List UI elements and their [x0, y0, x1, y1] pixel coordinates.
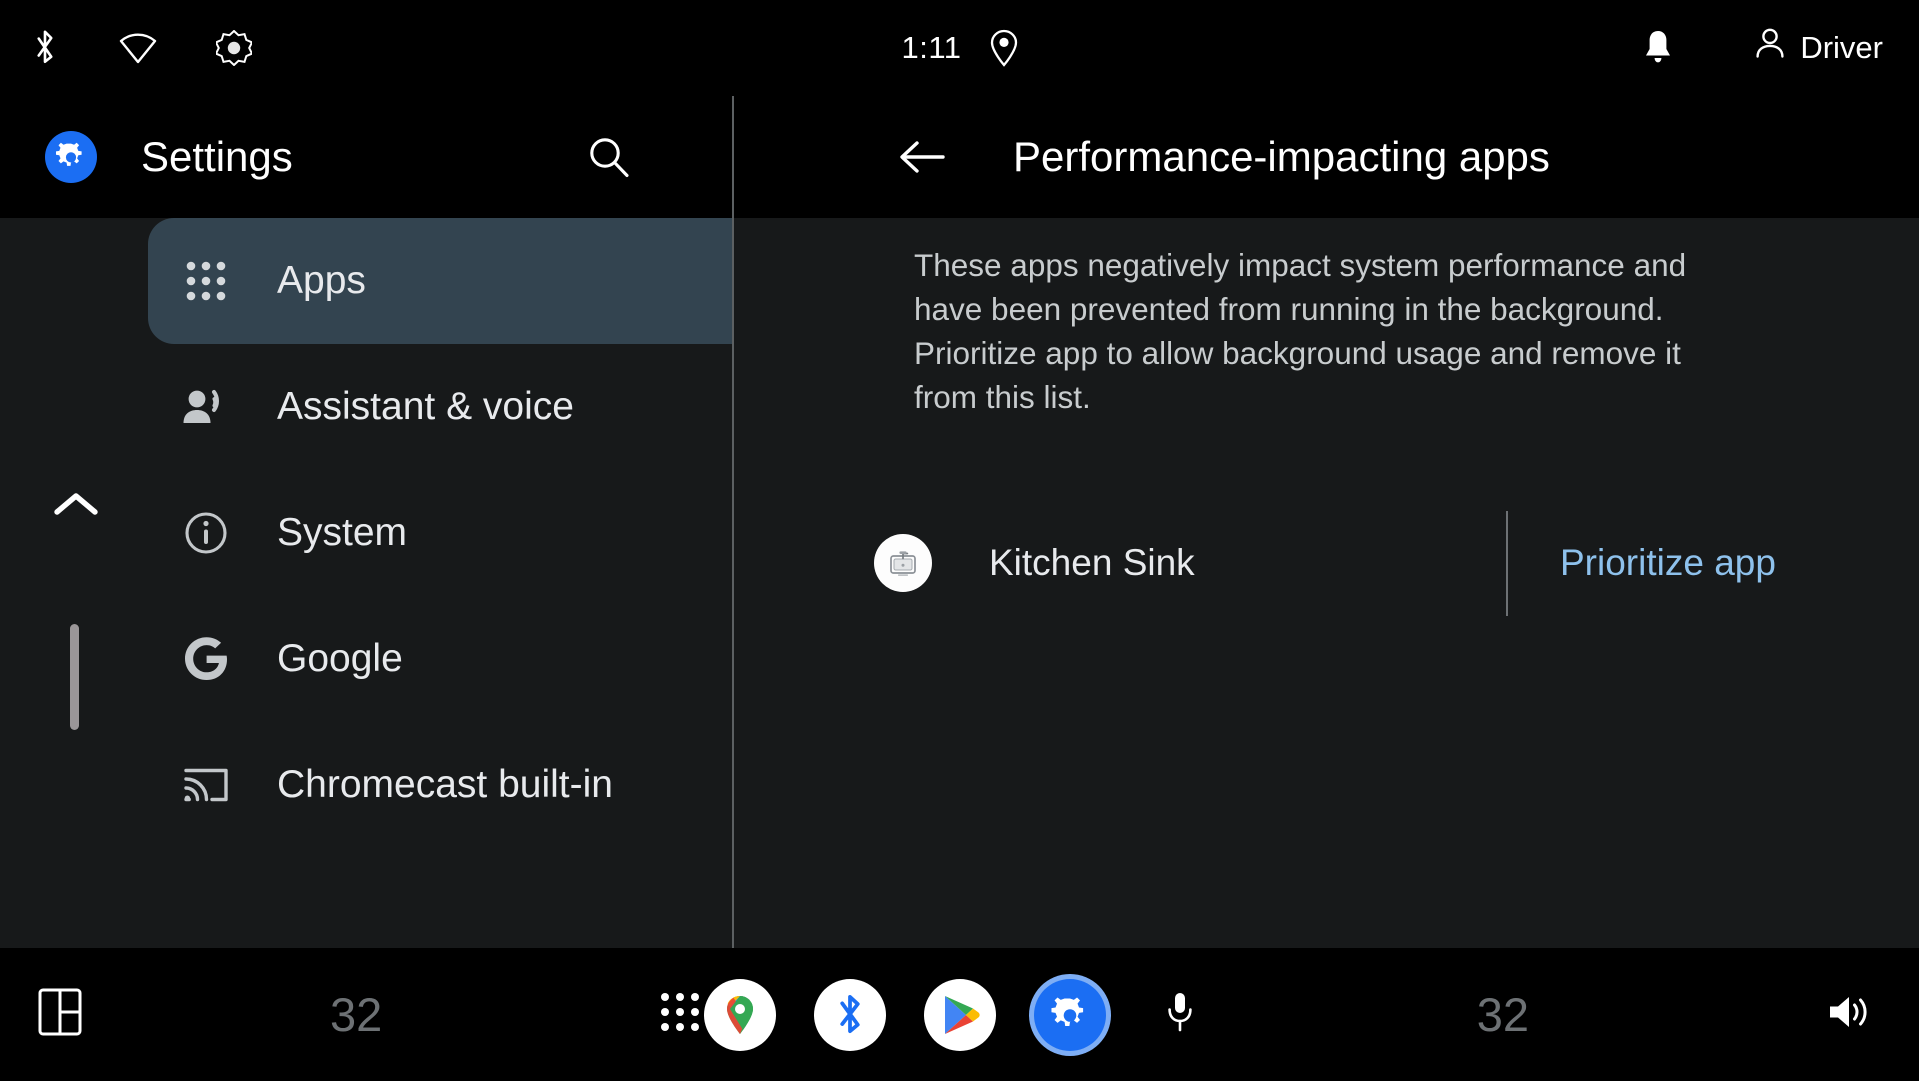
dock-app-list [0, 948, 1919, 1081]
sidebar-item-assistant-voice[interactable]: Assistant & voice [148, 344, 732, 470]
person-icon [1754, 27, 1786, 69]
location-pin-icon [990, 29, 1018, 67]
dock-app-play-store[interactable] [923, 978, 996, 1051]
volume-up-icon [1827, 992, 1871, 1037]
sidebar-nav-list: Apps Assistant & voice System Google Chr… [148, 218, 732, 848]
sidebar-header: Settings [0, 96, 732, 218]
car-settings-screen: 1:11 Driver Settings Apps Assistant & vo… [0, 0, 1919, 1081]
sidebar-item-label: Google [277, 637, 403, 680]
app-list-item: Kitchen Sink Prioritize app [874, 508, 1776, 618]
row-divider [1506, 511, 1508, 616]
temperature-right[interactable]: 32 [1477, 948, 1529, 1081]
sidebar-scroll-area: Apps Assistant & voice System Google Chr… [0, 218, 732, 948]
status-bar-left-icons [0, 0, 252, 96]
sidebar-item-label: Apps [277, 259, 366, 302]
user-label: Driver [1800, 30, 1883, 65]
bottom-nav-bar: 32 32 [0, 948, 1919, 1081]
detail-description: These apps negatively impact system perf… [914, 247, 1687, 416]
app-name-label: Kitchen Sink [989, 542, 1195, 583]
status-bar-clock: 1:11 [901, 30, 962, 65]
cast-icon [178, 765, 234, 805]
detail-header: Performance-impacting apps [734, 96, 1919, 218]
prioritize-app-button[interactable]: Prioritize app [1560, 542, 1776, 584]
dock-app-bluetooth[interactable] [813, 978, 886, 1051]
detail-body: These apps negatively impact system perf… [734, 218, 1919, 948]
status-bar: 1:11 Driver [0, 0, 1919, 96]
app-icon-wrapper [874, 534, 932, 592]
microphone-button[interactable] [1144, 979, 1216, 1051]
apps-grid-icon [178, 260, 234, 302]
bell-icon[interactable] [1642, 29, 1674, 67]
microphone-icon [1164, 990, 1196, 1039]
brightness-icon[interactable] [216, 30, 252, 66]
dock-app-maps[interactable] [703, 978, 776, 1051]
kitchen-sink-app-icon [874, 534, 932, 592]
status-bar-center: 1:11 [0, 0, 1919, 96]
sidebar-item-google[interactable]: Google [148, 596, 732, 722]
sidebar-item-system[interactable]: System [148, 470, 732, 596]
settings-sidebar: Settings Apps Assistant & voice System G… [0, 96, 732, 948]
volume-button[interactable] [1827, 948, 1871, 1081]
dock-app-settings[interactable] [1033, 978, 1106, 1051]
detail-pane: Performance-impacting apps These apps ne… [734, 96, 1919, 948]
sidebar-item-apps[interactable]: Apps [148, 218, 732, 344]
sidebar-item-chromecast-built-in[interactable]: Chromecast built-in [148, 722, 732, 848]
user-profile-button[interactable]: Driver [1754, 27, 1883, 69]
back-arrow-icon[interactable] [894, 129, 950, 185]
search-icon[interactable] [581, 129, 637, 185]
page-title: Settings [141, 133, 293, 180]
detail-title: Performance-impacting apps [1013, 133, 1550, 180]
info-circle-icon [178, 511, 234, 555]
settings-gear-icon [45, 131, 97, 183]
bluetooth-icon[interactable] [30, 29, 60, 67]
sidebar-item-label: Chromecast built-in [277, 763, 613, 806]
sidebar-item-label: Assistant & voice [277, 385, 574, 428]
sidebar-scrollbar-thumb[interactable] [70, 624, 79, 730]
status-bar-right: Driver [1642, 0, 1883, 96]
google-g-icon [178, 636, 234, 682]
wifi-icon[interactable] [118, 31, 158, 65]
assistant-voice-icon [178, 386, 234, 428]
sidebar-item-label: System [277, 511, 408, 554]
